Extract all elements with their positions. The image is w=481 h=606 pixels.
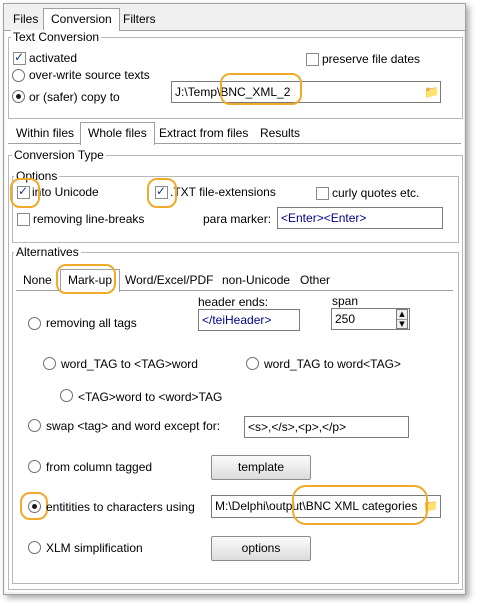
header-ends-label: header ends: [198, 295, 269, 309]
sub-tabline [8, 143, 461, 144]
column-tagged-label: from column tagged [46, 460, 153, 474]
swap-radio[interactable] [28, 419, 41, 432]
mark-up-highlight [56, 264, 116, 294]
dialog-window: Files Conversion Filters Text Conversion… [3, 3, 466, 595]
preserve-dates-label: preserve file dates [322, 52, 421, 66]
tag-word-to-word-tag-radio[interactable] [60, 389, 73, 402]
conversion-type-title: Conversion Type [12, 148, 106, 162]
tab-other[interactable]: Other [293, 270, 337, 290]
activated-checkbox[interactable] [13, 50, 26, 65]
entities-path-highlight [292, 485, 428, 525]
alternatives-title: Alternatives [14, 245, 81, 259]
template-button[interactable]: template [211, 455, 311, 480]
word-tag-to-word-tag-label: word_TAG to word<TAG> [264, 357, 401, 371]
word-tag-to-tag-word-label: word_TAG to <TAG>word [61, 357, 198, 371]
txt-ext-label: .TXT file-extensions [170, 185, 276, 199]
tab-results[interactable]: Results [253, 123, 307, 143]
tab-word-excel-pdf[interactable]: Word/Excel/PDF [118, 270, 220, 290]
curly-label: curly quotes etc. [332, 186, 420, 200]
tab-none[interactable]: None [16, 270, 59, 290]
tab-within-files[interactable]: Within files [9, 123, 81, 143]
xlm-label: XLM simplification [46, 541, 143, 555]
tag-word-to-word-tag-label: <TAG>word to <word>TAG [78, 390, 223, 404]
word-tag-to-tag-word-radio[interactable] [43, 357, 56, 370]
removing-tags-label: removing all tags [46, 316, 137, 330]
tab-non-unicode[interactable]: non-Unicode [215, 270, 297, 290]
tab-whole-files[interactable]: Whole files [80, 122, 155, 145]
span-spinner[interactable]: ▲ ▼ [396, 309, 408, 329]
copy-to-radio[interactable] [12, 90, 25, 103]
overwrite-radio[interactable] [12, 69, 25, 82]
word-tag-to-word-tag-radio[interactable] [246, 357, 259, 370]
options-button[interactable]: options [211, 536, 311, 561]
span-label: span [332, 294, 359, 308]
linebreaks-label: removing line-breaks [33, 212, 145, 226]
para-marker-label: para marker: [203, 212, 272, 226]
para-marker-input[interactable]: <Enter><Enter> [277, 207, 443, 229]
swap-label: swap <tag> and word except for: [46, 419, 221, 433]
preserve-dates-checkbox[interactable] [306, 53, 319, 66]
removing-tags-radio[interactable] [28, 317, 41, 330]
copy-path-highlight [220, 73, 302, 105]
unicode-highlight [10, 178, 40, 208]
txt-ext-highlight [147, 178, 177, 208]
unicode-label: into Unicode [32, 185, 99, 199]
entities-highlight [20, 492, 48, 520]
curly-checkbox[interactable] [316, 187, 329, 200]
entities-label: entitities to characters using [46, 500, 195, 514]
folder-icon[interactable]: 📁 [424, 85, 439, 99]
overwrite-label: over-write source texts [29, 68, 150, 82]
tab-extract-from-files[interactable]: Extract from files [152, 123, 255, 143]
tab-filters[interactable]: Filters [116, 9, 163, 29]
text-conversion-title: Text Conversion [11, 30, 102, 44]
column-tagged-radio[interactable] [28, 460, 41, 473]
tab-files[interactable]: Files [6, 9, 45, 29]
copy-to-label: or (safer) copy to [29, 90, 120, 104]
xlm-radio[interactable] [28, 541, 41, 554]
header-ends-input[interactable]: </teiHeader> [198, 309, 300, 331]
tab-conversion[interactable]: Conversion [43, 8, 120, 31]
linebreaks-checkbox[interactable] [17, 213, 30, 226]
swap-except-input[interactable]: <s>,</s>,<p>,</p> [244, 416, 409, 438]
copy-path-input[interactable]: J:\Temp\BNC_XML_2 [171, 81, 441, 103]
activated-label: activated [29, 51, 78, 65]
